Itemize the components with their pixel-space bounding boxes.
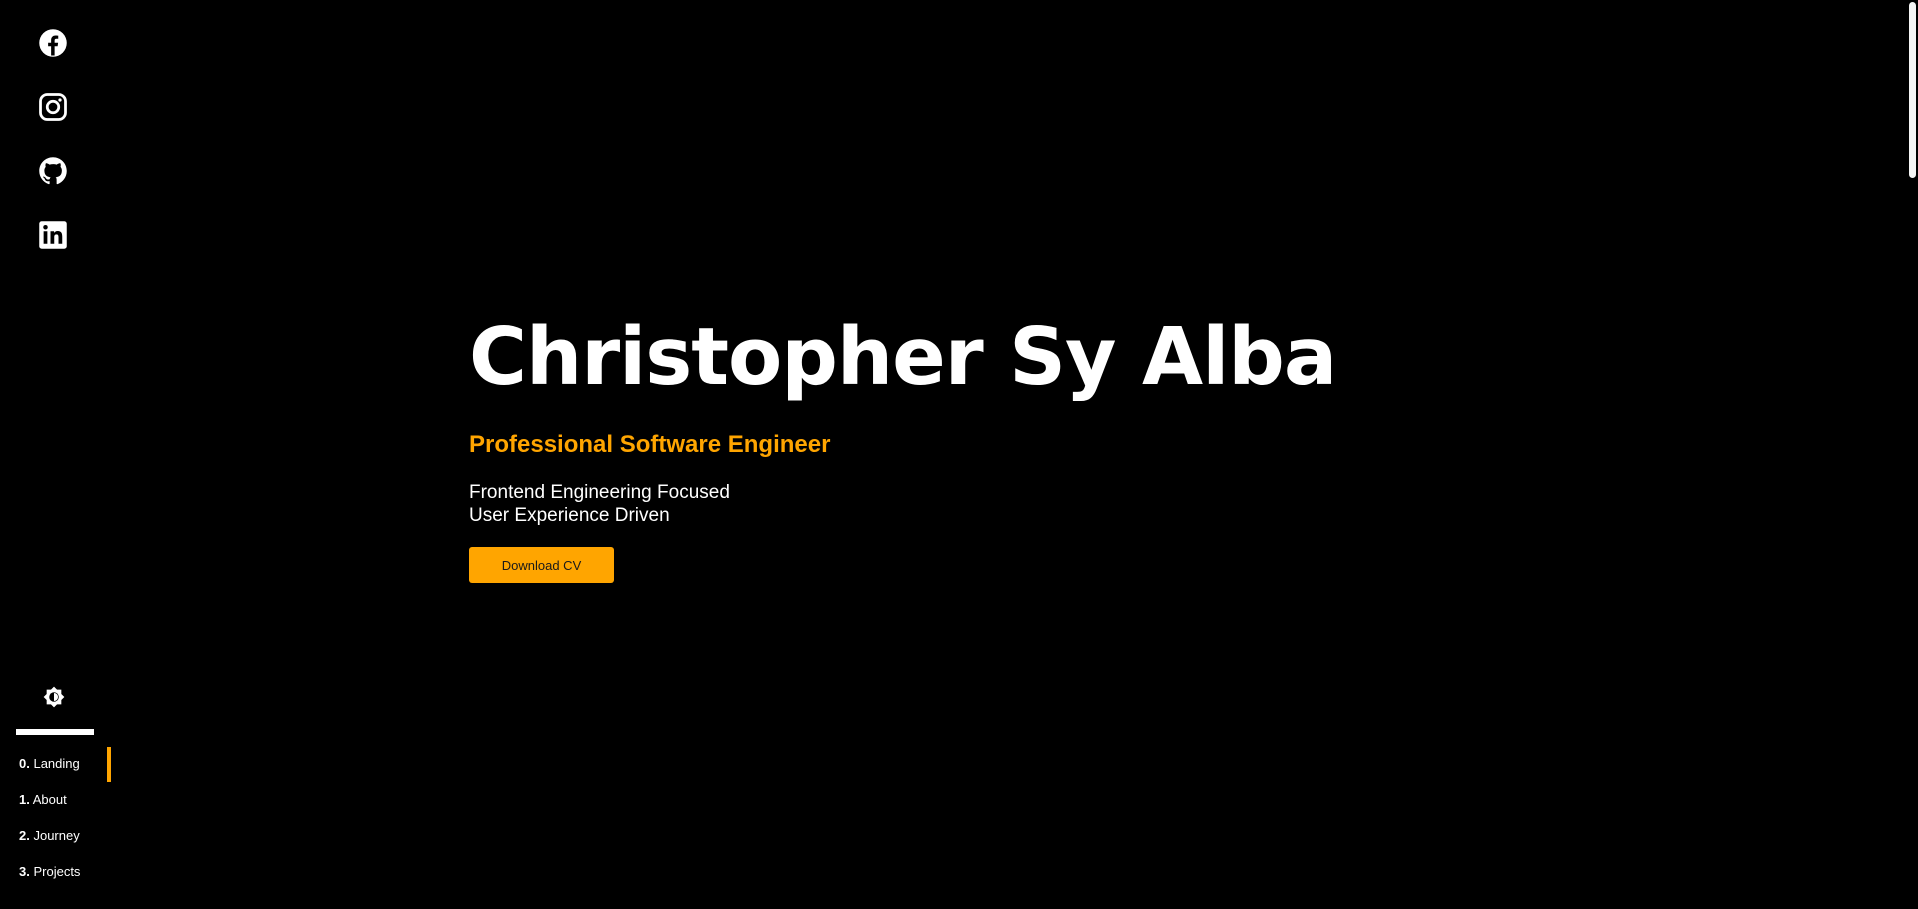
hero-name: Christopher Sy Alba — [469, 311, 1337, 403]
social-links — [38, 28, 70, 284]
scrollbar-thumb[interactable] — [1909, 2, 1916, 178]
section-nav: 0. Landing 1. About 2. Journey 3. Projec… — [19, 746, 80, 890]
linkedin-icon — [39, 221, 67, 249]
hero-section: Christopher Sy Alba Professional Softwar… — [469, 311, 1337, 583]
nav-item-number: 0. — [19, 756, 30, 771]
nav-item-label: Journey — [33, 828, 80, 843]
github-icon — [39, 157, 67, 185]
nav-item-about[interactable]: 1. About — [19, 782, 80, 818]
facebook-link[interactable] — [38, 28, 70, 60]
instagram-link[interactable] — [38, 92, 70, 124]
brightness-icon — [43, 686, 65, 708]
nav-item-number: 3. — [19, 864, 30, 879]
instagram-icon — [39, 93, 67, 121]
nav-item-number: 2. — [19, 828, 30, 843]
nav-item-landing[interactable]: 0. Landing — [19, 746, 80, 782]
theme-toggle-button[interactable] — [43, 686, 65, 708]
nav-divider — [16, 729, 94, 735]
github-link[interactable] — [38, 156, 70, 188]
download-cv-button[interactable]: Download CV — [469, 547, 614, 583]
hero-tagline: Frontend Engineering Focused User Experi… — [469, 481, 1336, 527]
tagline-line-2: User Experience Driven — [469, 505, 670, 526]
nav-item-number: 1. — [19, 792, 30, 807]
active-nav-indicator — [107, 747, 111, 782]
nav-item-label: Landing — [33, 756, 80, 771]
hero-title: Professional Software Engineer — [469, 431, 831, 458]
nav-item-projects[interactable]: 3. Projects — [19, 854, 80, 890]
nav-item-journey[interactable]: 2. Journey — [19, 818, 80, 854]
landing-page: Christopher Sy Alba Professional Softwar… — [0, 0, 1918, 909]
facebook-icon — [39, 29, 67, 57]
nav-item-label: Projects — [33, 864, 81, 879]
linkedin-link[interactable] — [38, 220, 70, 252]
tagline-line-1: Frontend Engineering Focused — [469, 482, 730, 503]
nav-item-label: About — [32, 792, 67, 807]
